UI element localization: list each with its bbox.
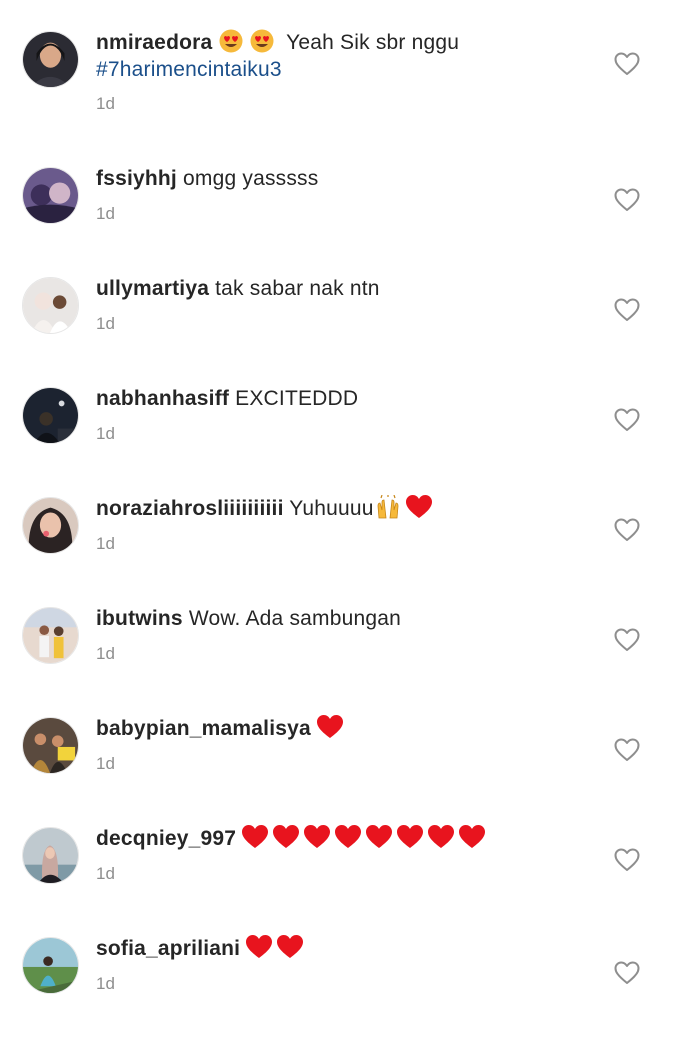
comment-item: fssiyhhj omgg yasssss 1d [0, 167, 678, 277]
comment-timestamp: 1d [96, 94, 115, 113]
comment-item: babypian_mamalisya 1d [0, 715, 678, 827]
comment-timestamp: 1d [96, 534, 115, 553]
comment-item: nabhanhasiff EXCITEDDD 1d [0, 387, 678, 497]
comment-item: decqniey_997 1d [0, 825, 678, 937]
comment-username[interactable]: ullymartiya [96, 277, 209, 300]
red-heart-emoji [242, 825, 269, 849]
comment-list: nmiraedora Yeah Sik sbr nggu #7harimenci… [0, 0, 678, 1024]
comment-item: sofia_apriliani 1d [0, 935, 678, 1047]
comment-item: ibutwins Wow. Ada sambungan 1d [0, 607, 678, 717]
comment-username[interactable]: sofia_apriliani [96, 937, 240, 960]
avatar-photo [23, 388, 78, 443]
avatar-photo [23, 718, 78, 773]
comment-text: decqniey_997 [96, 825, 596, 852]
comment-item: noraziahrosliiiiiiiiii Yuhuuuu 1d [0, 494, 678, 607]
smiling-face-heart-eyes-emoji [218, 29, 244, 53]
avatar[interactable] [22, 277, 79, 334]
like-button[interactable] [614, 298, 640, 322]
comment-item: ullymartiya tak sabar nak ntn 1d [0, 277, 678, 387]
heart-outline-icon [614, 848, 640, 871]
comment-username[interactable]: babypian_mamalisya [96, 717, 311, 740]
heart-outline-icon [614, 188, 640, 211]
red-heart-emoji [246, 935, 273, 959]
red-heart-emoji [366, 825, 393, 849]
comment-body: tak sabar nak ntn [215, 277, 380, 300]
like-button[interactable] [614, 52, 640, 76]
avatar-photo [23, 938, 78, 993]
avatar[interactable] [22, 937, 79, 994]
red-heart-emoji [397, 825, 424, 849]
heart-outline-icon [614, 408, 640, 431]
comment-text: ullymartiya tak sabar nak ntn [96, 275, 596, 302]
comment-username[interactable]: decqniey_997 [96, 827, 236, 850]
heart-outline-icon [614, 52, 640, 75]
comment-username[interactable]: fssiyhhj [96, 167, 177, 190]
comment-timestamp: 1d [96, 644, 115, 663]
comment-body: Wow. Ada sambungan [188, 607, 401, 630]
heart-outline-icon [614, 628, 640, 651]
comment-body: Yuhuuuu [289, 497, 374, 520]
like-button[interactable] [614, 961, 640, 985]
avatar-photo [23, 168, 78, 223]
like-button[interactable] [614, 518, 640, 542]
comment-hashtag-link[interactable]: #7harimencintaiku3 [96, 58, 282, 81]
avatar[interactable] [22, 31, 79, 88]
avatar[interactable] [22, 497, 79, 554]
heart-outline-icon [614, 738, 640, 761]
avatar-photo [23, 828, 78, 883]
avatar[interactable] [22, 167, 79, 224]
avatar-photo [23, 278, 78, 333]
red-heart-emoji [335, 825, 362, 849]
avatar-photo [23, 32, 78, 87]
comment-body: EXCITEDDD [235, 387, 359, 410]
heart-outline-icon [614, 298, 640, 321]
red-heart-emoji [273, 825, 300, 849]
red-heart-emoji [277, 935, 304, 959]
red-heart-emoji [316, 715, 343, 739]
like-button[interactable] [614, 188, 640, 212]
smiling-face-heart-eyes-emoji [249, 29, 275, 53]
red-heart-emoji [459, 825, 486, 849]
comment-timestamp: 1d [96, 974, 115, 993]
like-button[interactable] [614, 848, 640, 872]
heart-outline-icon [614, 518, 640, 541]
comment-timestamp: 1d [96, 204, 115, 223]
comment-body: omgg yasssss [183, 167, 319, 190]
comment-text: nmiraedora Yeah Sik sbr nggu #7harimenci… [96, 29, 596, 83]
comment-item: nmiraedora Yeah Sik sbr nggu #7harimenci… [0, 29, 678, 141]
avatar-photo [23, 608, 78, 663]
comment-body: Yeah Sik sbr nggu [286, 31, 460, 54]
comment-text: sofia_apriliani [96, 935, 596, 962]
comment-text: ibutwins Wow. Ada sambungan [96, 605, 596, 632]
avatar[interactable] [22, 607, 79, 664]
comment-username[interactable]: nabhanhasiff [96, 387, 229, 410]
avatar-photo [23, 498, 78, 553]
comment-text: fssiyhhj omgg yasssss [96, 165, 596, 192]
comment-username[interactable]: ibutwins [96, 607, 183, 630]
like-button[interactable] [614, 738, 640, 762]
avatar[interactable] [22, 717, 79, 774]
like-button[interactable] [614, 628, 640, 652]
comment-timestamp: 1d [96, 864, 115, 883]
avatar[interactable] [22, 827, 79, 884]
comment-timestamp: 1d [96, 754, 115, 773]
red-heart-emoji [405, 495, 432, 519]
comment-timestamp: 1d [96, 424, 115, 443]
comment-username[interactable]: nmiraedora [96, 31, 212, 54]
like-button[interactable] [614, 408, 640, 432]
avatar[interactable] [22, 387, 79, 444]
comment-username[interactable]: noraziahrosliiiiiiiiii [96, 497, 284, 520]
comment-text: nabhanhasiff EXCITEDDD [96, 385, 596, 412]
red-heart-emoji [304, 825, 331, 849]
comment-text: babypian_mamalisya [96, 715, 596, 742]
raising-hands-emoji [375, 494, 401, 519]
heart-outline-icon [614, 961, 640, 984]
comment-timestamp: 1d [96, 314, 115, 333]
comment-text: noraziahrosliiiiiiiiii Yuhuuuu [96, 494, 596, 522]
red-heart-emoji [428, 825, 455, 849]
